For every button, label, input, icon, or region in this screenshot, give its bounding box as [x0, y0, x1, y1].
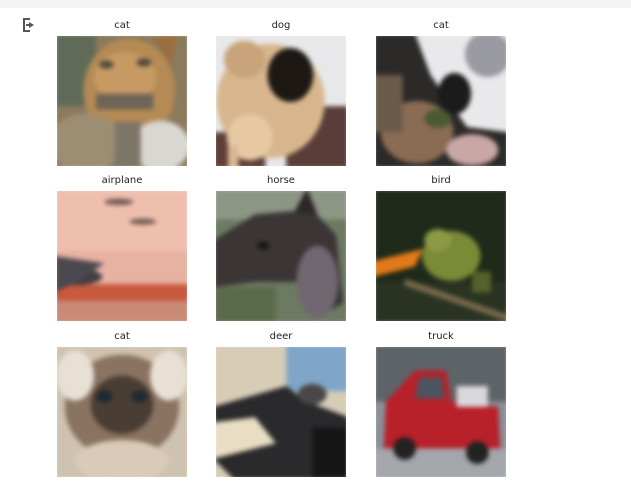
- airplane-image: [57, 191, 187, 321]
- image-label: cat: [114, 331, 130, 342]
- dog-image: [216, 36, 346, 166]
- bird-image: [376, 191, 506, 321]
- image-cell: horse: [216, 172, 346, 321]
- image-cell: cat: [57, 328, 187, 477]
- image-cell: dog: [216, 17, 346, 166]
- cat-image: [57, 36, 187, 166]
- horse-image: [216, 191, 346, 321]
- image-label: cat: [433, 20, 449, 31]
- cat-image: [376, 36, 506, 166]
- image-cell: cat: [376, 17, 506, 166]
- image-cell: deer: [216, 328, 346, 477]
- image-cell: cat: [57, 17, 187, 166]
- deer-image: [216, 347, 346, 477]
- image-label: horse: [267, 175, 295, 186]
- image-label: airplane: [101, 175, 143, 186]
- output-arrow-icon: [20, 16, 38, 34]
- truck-image: [376, 347, 506, 477]
- image-cell: bird: [376, 172, 506, 321]
- image-label: deer: [269, 331, 293, 342]
- image-label: truck: [428, 331, 454, 342]
- cell-toolbar-strip: [0, 0, 631, 8]
- cat-image: [57, 347, 187, 477]
- image-label: dog: [271, 20, 291, 31]
- image-label: cat: [114, 20, 130, 31]
- image-label: bird: [431, 175, 451, 186]
- image-cell: airplane: [57, 172, 187, 321]
- image-cell: truck: [376, 328, 506, 477]
